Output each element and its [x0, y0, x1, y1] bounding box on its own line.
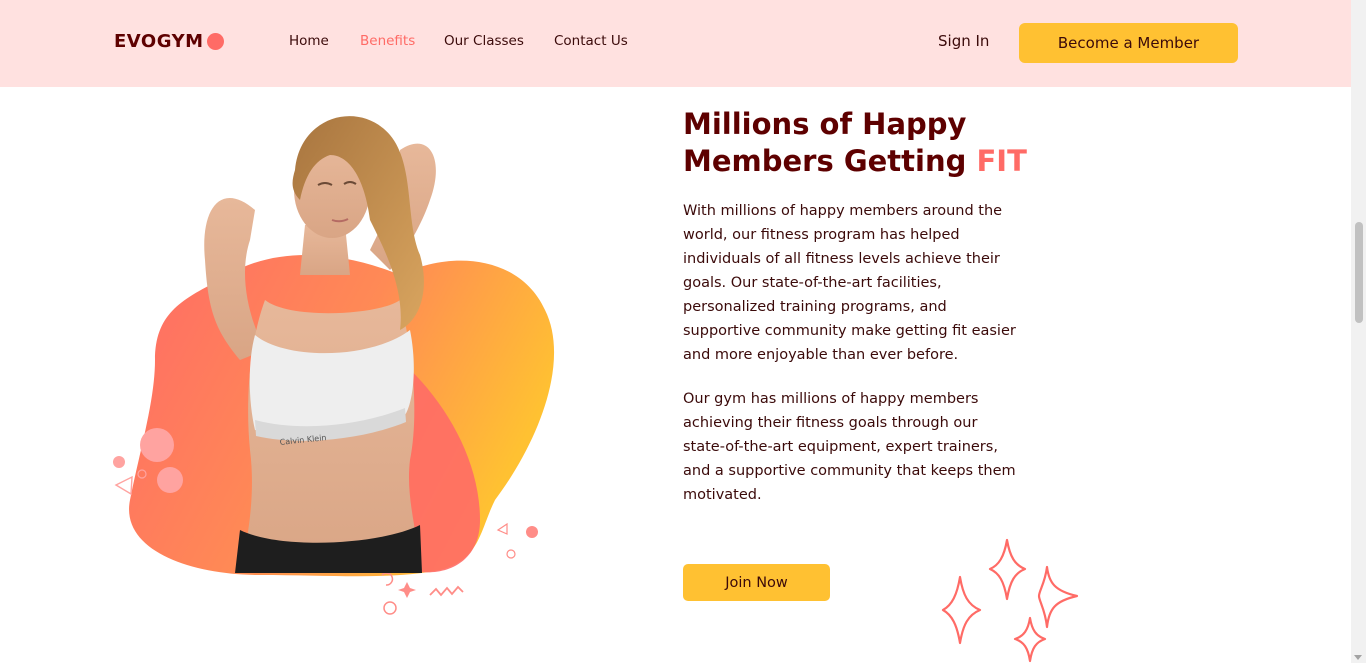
deco-zigzag — [429, 585, 464, 597]
deco-circle — [157, 467, 183, 493]
nav-link-benefits[interactable]: Benefits — [360, 33, 415, 49]
navbar: EVOGYM Home Benefits Our Classes Contact… — [0, 0, 1351, 87]
scroll-down-arrow-icon[interactable] — [1354, 655, 1362, 660]
logo-dot-icon — [206, 33, 224, 50]
sparkles-icon — [941, 538, 1079, 663]
logo[interactable]: EVOGYM — [114, 31, 224, 52]
deco-circle — [506, 549, 516, 559]
hero-heading-line1: Millions of Happy — [683, 107, 967, 141]
hero-heading: Millions of Happy Members Getting FIT — [683, 106, 1103, 180]
deco-star — [398, 582, 416, 598]
nav-link-our-classes[interactable]: Our Classes — [444, 33, 524, 49]
deco-triangle — [496, 522, 508, 535]
hero-heading-highlight: FIT — [976, 144, 1027, 178]
logo-text: EVOGYM — [114, 31, 204, 52]
join-now-button[interactable]: Join Now — [683, 564, 830, 601]
scrollbar[interactable] — [1351, 0, 1366, 663]
page: EVOGYM Home Benefits Our Classes Contact… — [0, 0, 1366, 663]
deco-circle — [526, 526, 538, 538]
hero-paragraph-2: Our gym has millions of happy members ac… — [683, 391, 1016, 503]
sign-in-link[interactable]: Sign In — [938, 32, 989, 50]
deco-circle — [140, 428, 174, 462]
hero-heading-line2: Members Getting — [683, 144, 967, 178]
hero-paragraph-1: With millions of happy members around th… — [683, 203, 1016, 363]
hero-graphic: Calvin Klein — [113, 116, 555, 615]
deco-triangle — [114, 475, 133, 496]
deco-circle — [383, 601, 397, 615]
scrollbar-thumb[interactable] — [1355, 222, 1363, 323]
become-member-button[interactable]: Become a Member — [1019, 23, 1238, 63]
deco-circle — [113, 456, 125, 468]
nav-link-contact-us[interactable]: Contact Us — [554, 33, 628, 49]
nav-link-home[interactable]: Home — [289, 33, 329, 49]
